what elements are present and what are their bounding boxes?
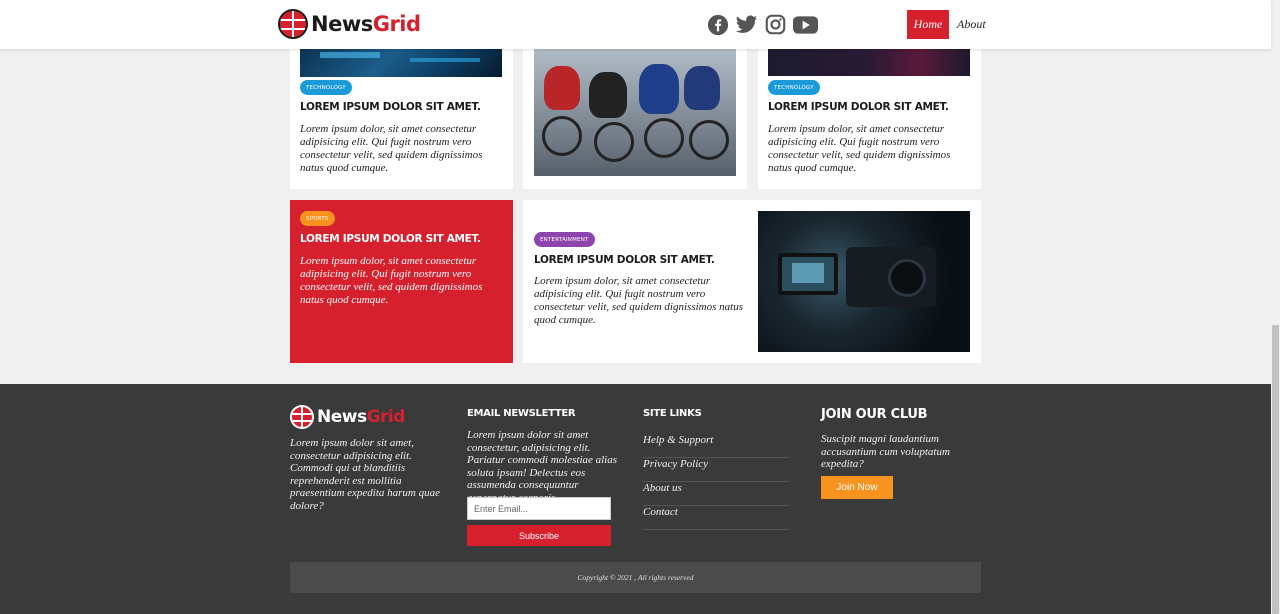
footer-link-about[interactable]: About us: [643, 482, 789, 506]
globe-logo-icon: [278, 9, 308, 39]
card-title[interactable]: LOREM IPSUM DOLOR SIT AMET.: [300, 233, 481, 245]
card-image: [758, 211, 970, 352]
logo-text-news: News: [311, 12, 373, 36]
footer-link-contact[interactable]: Contact: [643, 506, 789, 530]
youtube-icon[interactable]: [792, 13, 818, 36]
subscribe-button[interactable]: Subscribe: [467, 525, 611, 546]
instagram-icon[interactable]: [764, 13, 787, 36]
site-logo[interactable]: NewsGrid: [278, 9, 421, 39]
card-excerpt: Lorem ipsum dolor, sit amet consectetur …: [768, 123, 951, 174]
card-title[interactable]: LOREM IPSUM DOLOR SIT AMET.: [768, 101, 949, 113]
join-club-heading: JOIN OUR CLUB: [821, 407, 928, 422]
footer-link-privacy[interactable]: Privacy Policy: [643, 458, 789, 482]
news-card[interactable]: [523, 36, 747, 189]
newsletter-heading: EMAIL NEWSLETTER: [467, 408, 576, 419]
news-card[interactable]: ENTERTAINMENT LOREM IPSUM DOLOR SIT AMET…: [523, 200, 981, 363]
footer-logo-text-news: News: [317, 407, 367, 427]
card-image: [534, 36, 736, 176]
twitter-icon[interactable]: [735, 13, 758, 36]
copyright-text: Copyright © 2021 , All rights reserved: [577, 573, 694, 582]
card-title[interactable]: LOREM IPSUM DOLOR SIT AMET.: [534, 254, 715, 266]
card-excerpt: Lorem ipsum dolor, sit amet consectetur …: [534, 275, 743, 326]
site-header: NewsGrid Home About: [0, 0, 1271, 49]
nav-home-link[interactable]: Home: [907, 10, 949, 39]
newsletter-text: Lorem ipsum dolor sit amet consectetur, …: [467, 429, 618, 504]
join-now-button[interactable]: Join Now: [821, 476, 893, 499]
facebook-icon[interactable]: [706, 13, 729, 36]
news-card[interactable]: TECHNOLOGY LOREM IPSUM DOLOR SIT AMET. L…: [290, 36, 513, 189]
footer-logo-text: NewsGrid: [317, 407, 405, 427]
join-club-text: Suscipit magni laudantium accusantium cu…: [821, 433, 950, 471]
news-card[interactable]: TECHNOLOGY LOREM IPSUM DOLOR SIT AMET. L…: [758, 36, 981, 189]
logo-text: NewsGrid: [311, 12, 421, 36]
footer-logo-text-grid: Grid: [366, 407, 406, 427]
card-excerpt: Lorem ipsum dolor, sit amet consectetur …: [300, 123, 483, 174]
card-excerpt: Lorem ipsum dolor, sit amet consectetur …: [300, 255, 483, 306]
news-card[interactable]: SPORTS LOREM IPSUM DOLOR SIT AMET. Lorem…: [290, 200, 513, 363]
globe-logo-icon: [290, 405, 314, 429]
category-badge[interactable]: SPORTS: [300, 211, 335, 226]
scrollbar-thumb[interactable]: [1272, 325, 1279, 614]
category-badge[interactable]: TECHNOLOGY: [300, 80, 352, 95]
category-badge[interactable]: ENTERTAINMENT: [534, 232, 595, 247]
copyright-bar: Copyright © 2021 , All rights reserved: [290, 562, 981, 593]
page-scrollbar[interactable]: [1271, 0, 1280, 614]
footer-logo[interactable]: NewsGrid: [290, 405, 405, 429]
nav-about-link[interactable]: About: [957, 17, 986, 32]
site-links-heading: SITE LINKS: [643, 408, 702, 419]
footer-about-text: Lorem ipsum dolor sit amet, consectetur …: [290, 437, 440, 512]
logo-text-grid: Grid: [372, 12, 421, 36]
category-badge[interactable]: TECHNOLOGY: [768, 80, 820, 95]
card-title[interactable]: LOREM IPSUM DOLOR SIT AMET.: [300, 101, 481, 113]
email-input[interactable]: [467, 497, 611, 520]
footer-link-help[interactable]: Help & Support: [643, 434, 789, 458]
